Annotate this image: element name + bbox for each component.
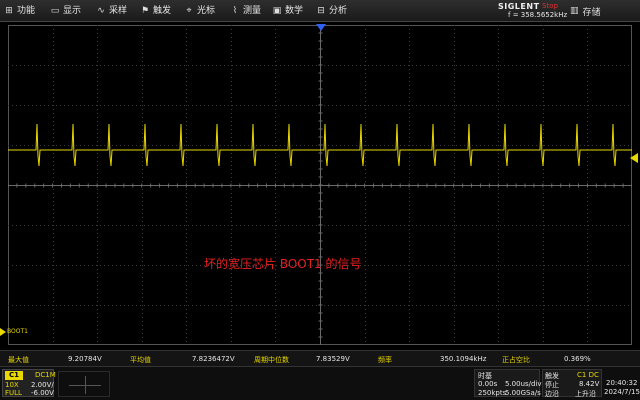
menu-function[interactable]: ⊞ 功能 — [4, 4, 35, 18]
waveform-trace — [8, 123, 632, 167]
slot-vline — [85, 376, 86, 394]
menu-bar: ⊞ 功能 ▭ 显示 ∿ 采样 ⚑ 触发 ⌖ 光标 ⌇ 测量 ▣ 数学 ⊟ 分析 … — [0, 0, 640, 22]
menu-display-label: 显示 — [63, 6, 82, 16]
channel-1-panel[interactable]: C1 DC1M 10X 2.00V/ FULL -6.00V — [2, 369, 56, 397]
measure-value-frequency: 350.1094kHz — [440, 355, 487, 363]
add-channel-slot[interactable] — [58, 371, 110, 397]
measure-value-period-median: 7.83529V — [316, 355, 350, 363]
channel-arrow-icon — [0, 327, 6, 336]
menu-function-label: 功能 — [17, 6, 36, 16]
frequency-readout: f = 358.5652kHz — [508, 11, 568, 19]
brand-logo: SIGLENT — [498, 2, 540, 11]
menu-acquire-label: 采样 — [109, 6, 128, 16]
menu-trigger-label: 触发 — [153, 6, 172, 16]
clock-time: 20:40:32 — [606, 379, 638, 387]
measure-label-duty[interactable]: 正占空比 — [502, 355, 530, 365]
measure-label-period-median[interactable]: 周期中位数 — [254, 355, 289, 365]
trigger-type: 边沿 — [545, 390, 559, 398]
menu-cursor-label: 光标 — [197, 6, 216, 16]
save-button[interactable]: ▥ 存储 — [570, 4, 601, 18]
measure-label-mean[interactable]: 平均值 — [130, 355, 151, 365]
timebase-panel[interactable]: 时基 0.00s 5.00us/div 250kpts 5.00GSa/s — [474, 369, 542, 397]
measure-value-duty: 0.369% — [564, 355, 591, 363]
measure-value-max: 9.20784V — [68, 355, 102, 363]
trigger-icon: ⚑ — [140, 6, 150, 16]
channel-offset: -6.00V — [31, 389, 54, 397]
menu-math[interactable]: ▣ 数学 — [272, 4, 303, 18]
trigger-position-marker[interactable] — [316, 24, 326, 31]
acquire-icon: ∿ — [97, 6, 105, 16]
timebase-delay: 0.00s — [478, 380, 498, 388]
clock-panel: 20:40:32 2024/7/15 — [604, 369, 640, 397]
measure-value-mean: 7.8236472V — [192, 355, 235, 363]
waveform-area[interactable]: BOOT1 坏的宽压芯片 BOOT1 的信号 — [0, 22, 640, 350]
display-icon: ▭ — [50, 6, 60, 16]
menu-acquire[interactable]: ∿ 采样 — [96, 4, 127, 18]
menu-analysis-label: 分析 — [329, 6, 348, 16]
menu-measure[interactable]: ⌇ 测量 — [230, 4, 261, 18]
annotation-text: 坏的宽压芯片 BOOT1 的信号 — [204, 257, 362, 271]
menu-analysis[interactable]: ⊟ 分析 — [316, 4, 347, 18]
save-label: 存储 — [582, 7, 601, 18]
math-icon: ▣ — [272, 6, 282, 16]
channel-probe: 10X — [5, 381, 19, 389]
trigger-level: 8.42V — [579, 380, 600, 388]
measurement-bar: 最大值 9.20784V 平均值 7.8236472V 周期中位数 7.8352… — [0, 350, 640, 366]
menu-display[interactable]: ▭ 显示 — [50, 4, 81, 18]
trigger-source: C1 DC — [577, 371, 599, 379]
trigger-panel[interactable]: 触发 C1 DC 停止 8.42V 边沿 上升沿 — [542, 369, 602, 398]
channel-coupling: DC1M — [35, 371, 56, 379]
save-icon: ▥ — [570, 6, 579, 16]
clock-date: 2024/7/15 — [604, 388, 640, 396]
measure-icon: ⌇ — [232, 6, 238, 16]
measure-label-max[interactable]: 最大值 — [8, 355, 29, 365]
channel-scale: 2.00V/ — [31, 381, 54, 389]
channel-marker-label: BOOT1 — [7, 328, 28, 335]
menu-trigger[interactable]: ⚑ 触发 — [140, 4, 171, 18]
channel-offset-marker[interactable]: BOOT1 — [0, 327, 28, 336]
channel-bandwidth: FULL — [5, 389, 22, 397]
analysis-icon: ⊟ — [317, 6, 325, 16]
menu-math-label: 数学 — [285, 6, 304, 16]
timebase-sample-rate: 5.00GSa/s — [505, 389, 541, 397]
timebase-scale: 5.00us/div — [505, 380, 542, 388]
status-bar: C1 DC1M 10X 2.00V/ FULL -6.00V 时基 0.00s … — [0, 366, 640, 400]
channel-1-trace — [8, 123, 632, 167]
trigger-level-marker[interactable] — [630, 153, 638, 163]
measure-label-frequency[interactable]: 频率 — [378, 355, 392, 365]
menu-measure-label: 测量 — [243, 6, 262, 16]
menu-cursor[interactable]: ⌖ 光标 — [184, 4, 215, 18]
run-state-badge[interactable]: Stop — [542, 2, 558, 10]
trigger-slope: 上升沿 — [575, 390, 596, 398]
function-icon: ⊞ — [5, 6, 13, 16]
channel-1-tag: C1 — [5, 371, 23, 380]
timebase-memory: 250kpts — [478, 389, 507, 397]
cursor-icon: ⌖ — [186, 6, 192, 16]
